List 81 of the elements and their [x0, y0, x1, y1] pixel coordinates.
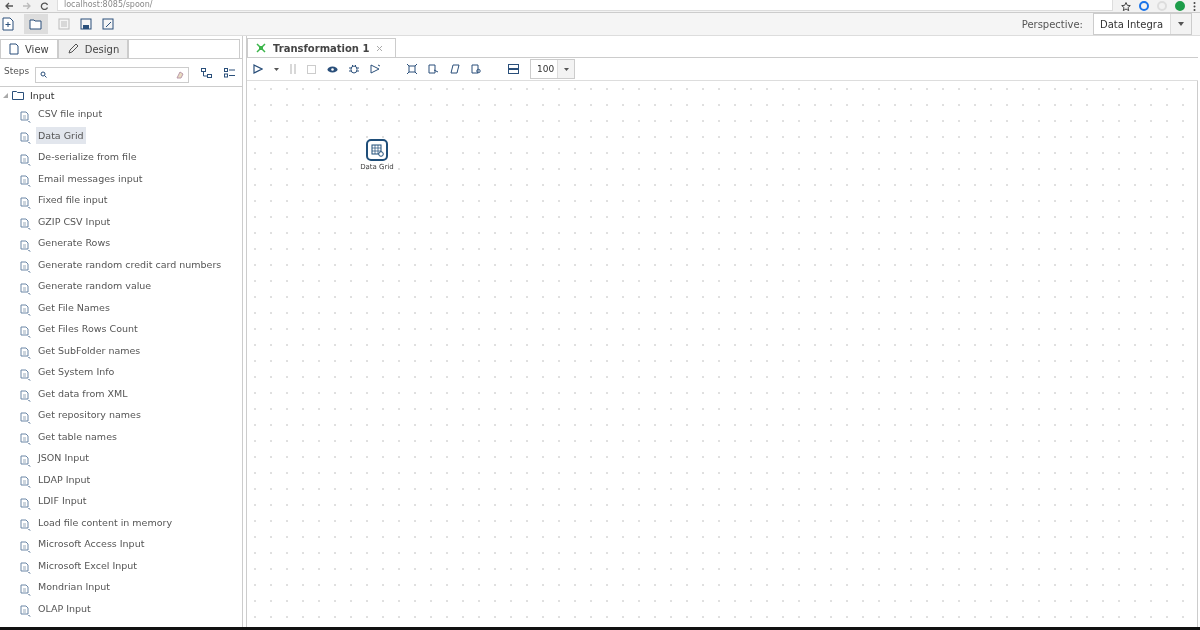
- document-icon: [20, 196, 31, 209]
- folder-icon[interactable]: [29, 18, 43, 30]
- document-icon: [20, 368, 31, 381]
- save-as-icon[interactable]: [102, 18, 114, 30]
- document-icon: [20, 540, 31, 553]
- tree-item[interactable]: Get SubFolder names: [36, 341, 143, 359]
- tree-item[interactable]: Microsoft Excel Input: [36, 556, 140, 574]
- document-icon: [20, 476, 31, 489]
- tree-item[interactable]: Get table names: [36, 427, 119, 445]
- search-icon: [40, 71, 48, 78]
- list-icon[interactable]: [224, 67, 236, 78]
- tree-item[interactable]: Load file content in memory: [36, 513, 175, 531]
- back-icon[interactable]: [4, 2, 14, 10]
- document-icon: [20, 390, 31, 403]
- tree-folder[interactable]: Input: [30, 89, 55, 101]
- tree-item[interactable]: Get data from XML: [36, 384, 130, 402]
- new-file-icon[interactable]: [2, 17, 14, 31]
- data-grid-step-icon[interactable]: [366, 139, 388, 161]
- hierarchy-icon[interactable]: [201, 67, 213, 78]
- tree-item[interactable]: Get System Info: [36, 363, 117, 381]
- steps-label: Steps: [4, 66, 30, 76]
- document-icon: [20, 239, 31, 252]
- document-icon: [20, 497, 31, 510]
- tree-item[interactable]: Data Grid: [36, 126, 86, 144]
- tree-item[interactable]: OLAP Input: [36, 599, 93, 617]
- document-icon: [20, 454, 31, 467]
- folder-icon: [12, 90, 24, 100]
- zoom-dropdown[interactable]: 100: [530, 59, 575, 79]
- panel-tab[interactable]: Design: [57, 39, 129, 58]
- tree-item[interactable]: Email messages input: [36, 169, 145, 187]
- tree-item[interactable]: CSV file input: [36, 105, 105, 123]
- document-icon: [20, 325, 31, 338]
- document-icon: [20, 110, 31, 123]
- tree-item[interactable]: LDIF Input: [36, 492, 89, 510]
- more-icon[interactable]: [1193, 1, 1196, 11]
- document-icon: [20, 562, 31, 575]
- tree-item[interactable]: Get Files Rows Count: [36, 320, 140, 338]
- editor-tab[interactable]: Transformation 1: [247, 38, 397, 57]
- tree-item[interactable]: Get repository names: [36, 406, 143, 424]
- tree-item[interactable]: Get File Names: [36, 298, 112, 316]
- caret-icon: [563, 67, 569, 71]
- eye-icon[interactable]: [327, 65, 338, 73]
- tree-item[interactable]: JSON Input: [36, 449, 92, 467]
- document-icon: [20, 282, 31, 295]
- document-icon: [20, 411, 31, 424]
- tree-item[interactable]: Microsoft Access Input: [36, 535, 147, 553]
- tree-item[interactable]: Generate Rows: [36, 234, 113, 252]
- tree-item[interactable]: Generate random credit card numbers: [36, 255, 224, 273]
- bug-icon[interactable]: [349, 64, 359, 74]
- document-icon: [20, 304, 31, 317]
- document-icon: [20, 175, 31, 188]
- tree-item[interactable]: Fixed file input: [36, 191, 110, 209]
- star-icon[interactable]: [1121, 1, 1131, 11]
- document-icon: [9, 43, 19, 55]
- caret-icon[interactable]: [274, 67, 279, 71]
- document-icon: [20, 347, 31, 360]
- grid-icon[interactable]: [508, 64, 519, 74]
- perspective-label: Perspective:: [1021, 18, 1083, 30]
- document-icon: [20, 153, 31, 166]
- tree-item[interactable]: De-serialize from file: [36, 148, 139, 166]
- perspective-dropdown[interactable]: Data Integra: [1093, 13, 1192, 35]
- document-icon: [20, 583, 31, 596]
- tree-item[interactable]: Generate random value: [36, 277, 154, 295]
- caret-icon: [1178, 22, 1184, 26]
- document-icon: [20, 433, 31, 446]
- document-icon: [20, 605, 31, 618]
- tree-item[interactable]: GZIP CSV Input: [36, 212, 113, 230]
- pencil-icon: [66, 43, 79, 55]
- run-icon[interactable]: [253, 64, 263, 74]
- reload-icon[interactable]: [40, 2, 49, 10]
- document-icon: [20, 132, 31, 145]
- document-icon: [20, 218, 31, 231]
- tree-item[interactable]: LDAP Input: [36, 470, 93, 488]
- save-icon[interactable]: [80, 18, 92, 30]
- document-icon: [20, 261, 31, 274]
- tree-item[interactable]: Mondrian Input: [36, 578, 113, 596]
- search-field[interactable]: [35, 66, 190, 83]
- address-field[interactable]: localhost:8085/spoon/: [57, 0, 1113, 11]
- panel-tab[interactable]: View: [0, 39, 58, 58]
- document-icon: [20, 519, 31, 532]
- transformation-icon: [256, 43, 266, 53]
